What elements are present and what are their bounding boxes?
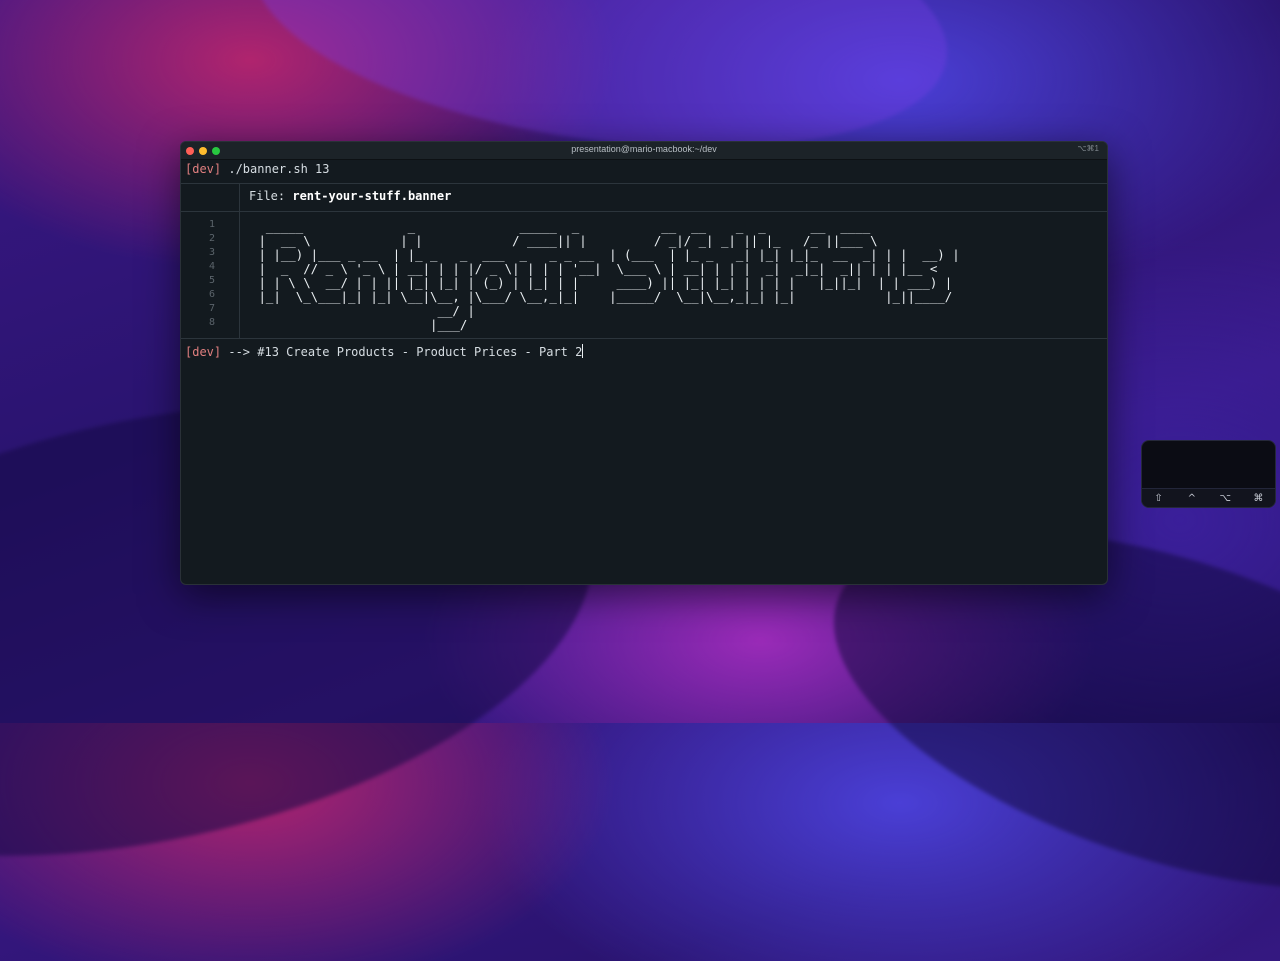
divider [181,338,1107,339]
ascii-banner: _____ _ _____ _ __ __ _ _ __ ____ | __ \… [258,219,960,332]
file-name: rent-your-stuff.banner [292,189,452,203]
window-shortcut-label: ⌥⌘1 [1077,144,1099,153]
command-text: ./banner.sh 13 [221,162,330,176]
gutter-divider [239,184,240,212]
shift-key-icon: ⇧ [1154,492,1163,504]
command-line-1: [dev] ./banner.sh 13 [185,162,330,176]
divider [181,211,1107,212]
line-number: 7 [208,303,215,314]
command-key-icon: ⌘ [1253,492,1264,504]
divider [181,183,1107,184]
line-numbers: 1 2 3 4 5 6 7 8 [199,218,215,330]
window-titlebar[interactable]: presentation@mario-macbook:~/dev ⌥⌘1 [181,142,1107,160]
file-label: File: [249,189,293,203]
line-number: 1 [208,219,215,230]
line-number: 5 [208,275,215,286]
modifier-keys-row: ⇧ ^ ⌥ ⌘ [1142,488,1275,507]
line-number: 2 [208,233,215,244]
keystroke-overlay: ⇧ ^ ⌥ ⌘ [1141,440,1276,508]
window-title: presentation@mario-macbook:~/dev [571,144,717,154]
control-key-icon: ^ [1187,492,1197,504]
line-number: 6 [208,289,215,300]
line-number: 8 [208,317,215,328]
text-cursor [582,344,584,358]
command-line-2: [dev] --> #13 Create Products - Product … [185,344,584,359]
option-key-icon: ⌥ [1219,492,1231,504]
gutter-divider [239,212,240,338]
command-text: --> #13 Create Products - Product Prices… [221,345,583,359]
prompt-label: [dev] [185,345,222,359]
file-header: File: rent-your-stuff.banner [249,189,451,203]
line-number: 4 [208,261,215,272]
line-number: 3 [208,247,215,258]
terminal-window[interactable]: presentation@mario-macbook:~/dev ⌥⌘1 [de… [180,141,1108,585]
prompt-label: [dev] [185,162,222,176]
